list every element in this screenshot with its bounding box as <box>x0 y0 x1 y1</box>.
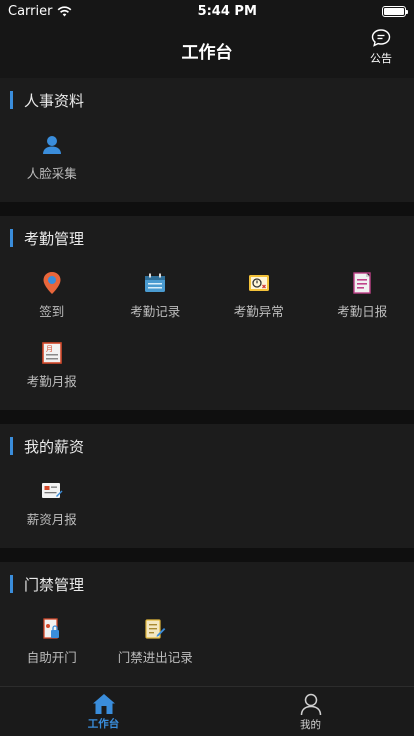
section-grid: 签到 考勤记录 考勤异常 考勤日报 月 考勤月报 <box>0 260 414 400</box>
nav-bar: 工作台 公告 <box>0 22 414 78</box>
chat-bubble-icon <box>371 29 391 47</box>
user-icon <box>300 693 321 715</box>
access-record-button[interactable]: 门禁进出记录 <box>104 606 208 676</box>
check-in-button[interactable]: 签到 <box>0 260 104 330</box>
daily-report-icon <box>350 271 374 295</box>
tab-label: 工作台 <box>87 717 120 730</box>
daily-report-button[interactable]: 考勤日报 <box>311 260 414 330</box>
attendance-exception-button[interactable]: 考勤异常 <box>207 260 311 330</box>
grid-item-label: 人脸采集 <box>26 165 77 181</box>
svg-text:月: 月 <box>46 345 53 353</box>
grid-item-label: 签到 <box>39 303 65 319</box>
wifi-icon <box>58 5 72 16</box>
section-header: 门禁管理 <box>0 562 414 606</box>
section-accent-bar <box>10 229 13 247</box>
section-title: 考勤管理 <box>24 229 85 248</box>
carrier-label: Carrier <box>8 3 53 19</box>
section-title: 人事资料 <box>24 91 85 110</box>
clock: 5:44 PM <box>197 3 257 19</box>
grid-item-label: 门禁进出记录 <box>117 649 193 665</box>
grid-item-label: 考勤日报 <box>337 303 388 319</box>
grid-item-label: 考勤异常 <box>233 303 284 319</box>
tab-label: 我的 <box>300 718 321 731</box>
section-header: 我的薪资 <box>0 424 414 468</box>
section-title: 我的薪资 <box>24 437 85 456</box>
tab-workbench[interactable]: 工作台 <box>0 687 207 736</box>
attendance-exception-icon <box>247 271 271 295</box>
attendance-record-button[interactable]: 考勤记录 <box>104 260 208 330</box>
face-capture-icon <box>40 133 64 157</box>
section-header: 考勤管理 <box>0 216 414 260</box>
status-bar: Carrier 5:44 PM <box>0 0 414 22</box>
section-accent-bar <box>10 575 13 593</box>
section-grid: 自助开门 门禁进出记录 <box>0 606 414 676</box>
self-open-door-button[interactable]: 自助开门 <box>0 606 104 676</box>
section-header: 人事资料 <box>0 78 414 122</box>
grid-item-label: 考勤记录 <box>130 303 181 319</box>
section-accent-bar <box>10 437 13 455</box>
section-accent-bar <box>10 91 13 109</box>
salary-report-icon <box>40 479 64 503</box>
tab-bar: 工作台 我的 <box>0 686 414 736</box>
section-grid: 薪资月报 <box>0 468 414 538</box>
section-title: 门禁管理 <box>24 575 85 594</box>
access-record-icon <box>143 617 167 641</box>
tab-mine[interactable]: 我的 <box>207 687 414 736</box>
self-open-door-icon <box>40 617 64 641</box>
battery-icon <box>381 5 408 17</box>
section-attendance: 考勤管理 签到 考勤记录 考勤异常 考勤日报 月 考勤月报 <box>0 216 414 410</box>
grid-item-label: 考勤月报 <box>26 373 77 389</box>
face-capture-button[interactable]: 人脸采集 <box>0 122 104 192</box>
section-access-control: 门禁管理 自助开门 门禁进出记录 <box>0 562 414 686</box>
monthly-report-button[interactable]: 月 考勤月报 <box>0 330 104 400</box>
calendar-icon <box>143 271 167 295</box>
home-icon <box>92 693 115 714</box>
notice-label: 公告 <box>370 52 392 65</box>
grid-item-label: 薪资月报 <box>26 511 77 527</box>
salary-report-button[interactable]: 薪资月报 <box>0 468 104 538</box>
page-title: 工作台 <box>181 42 233 63</box>
section-grid: 人脸采集 <box>0 122 414 192</box>
notice-button[interactable]: 公告 <box>370 28 392 66</box>
grid-item-label: 自助开门 <box>26 649 77 665</box>
monthly-report-icon: 月 <box>40 341 64 365</box>
content-area: 人事资料 人脸采集 考勤管理 签到 考勤记录 考勤异常 考勤日报 月 考勤月报 … <box>0 78 414 686</box>
section-salary: 我的薪资 薪资月报 <box>0 424 414 548</box>
status-left: Carrier <box>8 4 72 19</box>
location-pin-icon <box>40 271 64 295</box>
section-hr-info: 人事资料 人脸采集 <box>0 78 414 202</box>
